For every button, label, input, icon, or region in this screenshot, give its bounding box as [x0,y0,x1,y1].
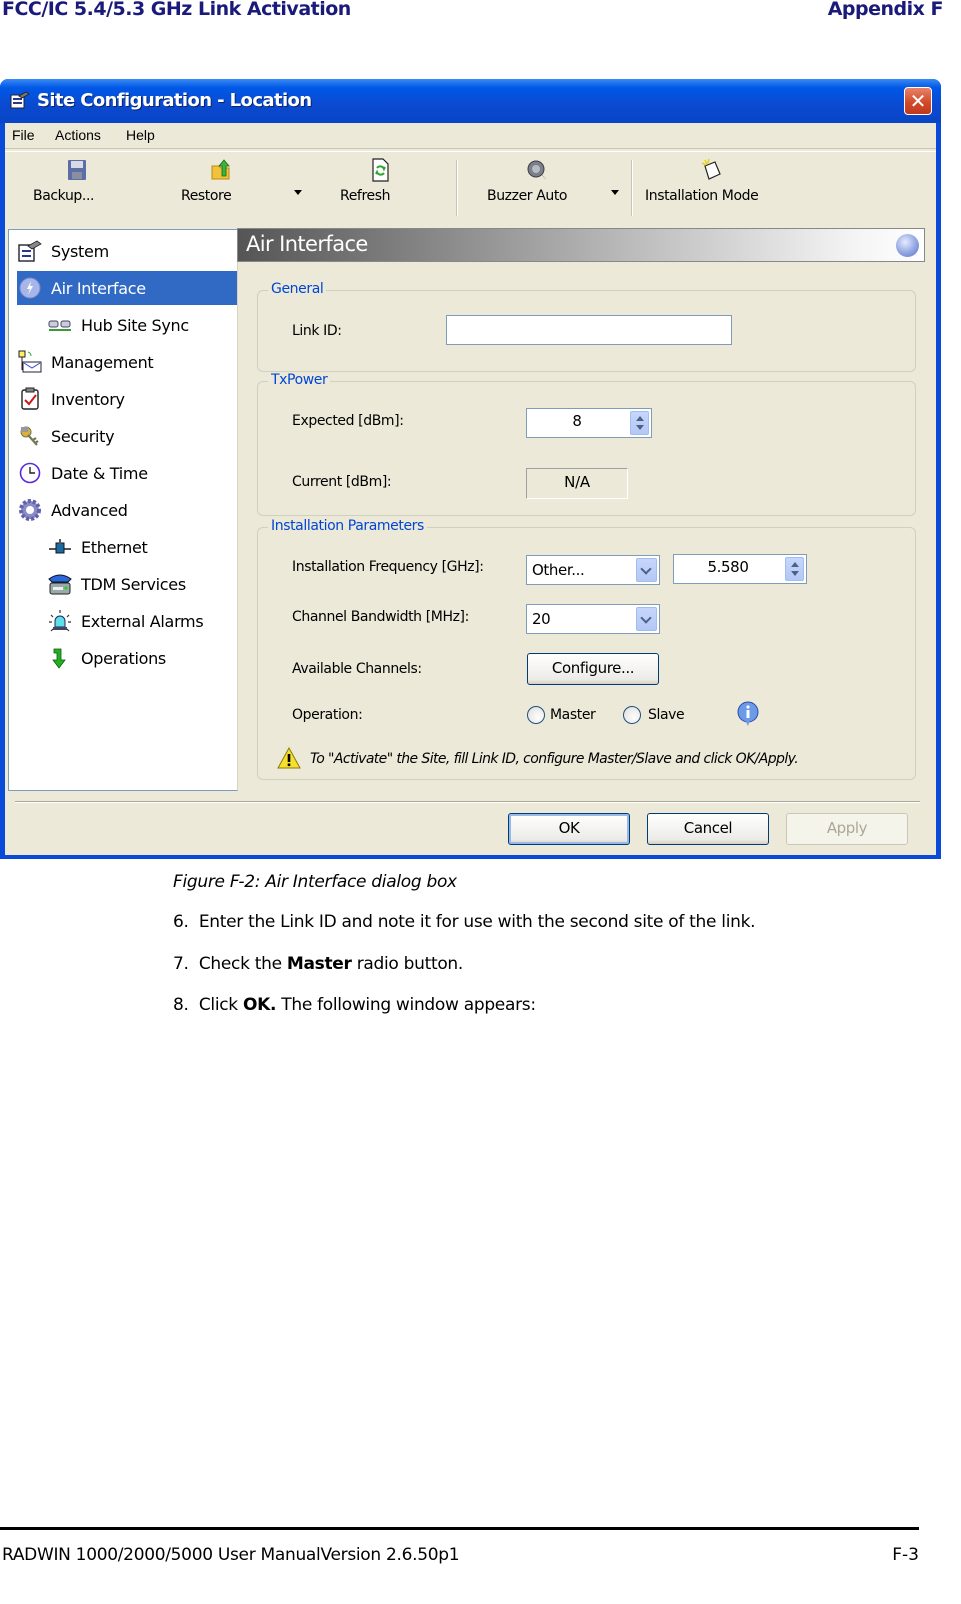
installation-parameters-title: Installation Parameters [268,518,427,534]
toolbar-separator [456,160,458,216]
tree-item-operations[interactable]: Operations [47,641,237,675]
spinner-arrows-icon[interactable] [630,411,649,435]
tree-item-inventory[interactable]: Inventory [17,382,237,416]
figure-caption: Figure F-2: Air Interface dialog box [173,872,457,892]
master-radio-label[interactable]: Master [550,707,596,723]
installation-mode-icon [701,158,721,180]
menu-file[interactable]: File [12,127,35,143]
buzzer-dropdown-arrow-icon[interactable] [611,190,619,195]
floppy-disk-icon [68,160,86,180]
activation-warning-text: To "Activate" the Site, fill Link ID, co… [310,751,799,767]
arrow-down-icon [47,645,73,671]
backup-button[interactable]: Backup... [33,158,121,218]
channel-bandwidth-select[interactable]: 20 [526,604,660,634]
tree-item-tdm-services[interactable]: TDM Services [47,567,237,601]
menu-help[interactable]: Help [126,127,155,143]
chevron-down-icon[interactable] [636,558,657,582]
current-power-value: N/A [526,468,628,499]
ethernet-icon [47,534,73,560]
slave-radio-label[interactable]: Slave [648,707,685,723]
restore-button[interactable]: Restore [181,158,261,218]
txpower-group-title: TxPower [268,372,331,388]
window-client-area: File Actions Help Backup... Restore Refr… [5,123,936,855]
speaker-icon [527,160,547,180]
general-group-title: General [268,281,327,297]
window-title: Site Configuration - Location [37,90,312,111]
configure-button[interactable]: Configure... [527,653,659,685]
link-id-input[interactable] [446,315,732,345]
site-config-icon [10,91,30,109]
footer-manual-version: RADWIN 1000/2000/5000 User ManualVersion… [2,1545,460,1565]
inventory-icon [17,386,43,412]
toolbar: Backup... Restore Refresh Buzzer Auto In… [5,151,936,223]
telephone-icon [47,571,73,597]
expected-power-label: Expected [dBm]: [292,413,404,429]
cancel-button[interactable]: Cancel [647,813,769,845]
air-interface-header-icon [896,234,919,257]
navigation-tree: System Air Interface Hub Site Sync Manag… [8,229,238,791]
channel-bandwidth-label: Channel Bandwidth [MHz]: [292,609,469,625]
ok-button[interactable]: OK [508,813,630,845]
info-icon[interactable] [736,701,760,727]
system-icon [17,238,43,264]
alarm-icon [47,608,73,634]
air-interface-icon [17,275,43,301]
toolbar-separator [631,160,633,216]
title-bar[interactable]: Site Configuration - Location ✕ [0,79,941,123]
installation-frequency-spinner[interactable]: 5.580 [673,554,807,584]
menu-bar: File Actions Help [5,123,936,149]
master-radio[interactable] [527,706,545,724]
tree-item-advanced[interactable]: Advanced [17,493,237,527]
spinner-arrows-icon[interactable] [785,557,804,581]
step-7: 7. Check the Master radio button. [173,954,464,974]
refresh-button[interactable]: Refresh [340,158,420,218]
footer-page-number: F-3 [892,1545,919,1565]
menu-actions[interactable]: Actions [55,127,101,143]
tree-item-external-alarms[interactable]: External Alarms [47,604,237,638]
close-icon: ✕ [909,89,927,113]
step-6: 6. Enter the Link ID and note it for use… [173,912,756,932]
operation-label: Operation: [292,707,363,723]
link-id-label: Link ID: [292,323,342,339]
management-icon [17,349,43,375]
expected-power-spinner[interactable]: 8 [526,408,652,438]
installation-frequency-label: Installation Frequency [GHz]: [292,559,484,575]
tree-item-date-time[interactable]: Date & Time [17,456,237,490]
slave-radio[interactable] [623,706,641,724]
tree-item-ethernet[interactable]: Ethernet [47,530,237,564]
restore-dropdown-arrow-icon[interactable] [294,190,302,195]
chevron-down-icon[interactable] [636,607,657,631]
footer-rule [0,1527,919,1530]
tree-item-system[interactable]: System [17,234,237,268]
gear-icon [17,497,43,523]
pane-header: Air Interface [237,228,925,262]
apply-button: Apply [786,813,908,845]
site-configuration-window: Site Configuration - Location ✕ File Act… [0,79,941,859]
clock-icon [17,460,43,486]
tree-item-air-interface[interactable]: Air Interface [17,271,237,305]
installation-mode-button[interactable]: Installation Mode [645,158,777,218]
tree-item-management[interactable]: Management [17,345,237,379]
pane-title: Air Interface [246,232,368,256]
page-header-appendix: Appendix F [827,0,944,20]
warning-icon [277,747,301,769]
restore-icon [211,159,230,180]
page-header-title: FCC/IC 5.4/5.3 GHz Link Activation [2,0,351,20]
current-power-label: Current [dBm]: [292,474,392,490]
refresh-icon [372,158,389,182]
available-channels-label: Available Channels: [292,661,422,677]
dialog-separator [15,801,920,803]
tree-item-security[interactable]: Security [17,419,237,453]
hub-sync-icon [47,312,73,338]
buzzer-auto-button[interactable]: Buzzer Auto [487,158,587,218]
close-button[interactable]: ✕ [904,87,932,115]
step-8: 8. Click OK. The following window appear… [173,995,536,1015]
security-icon [17,423,43,449]
tree-item-hub-site-sync[interactable]: Hub Site Sync [47,308,237,342]
installation-frequency-select[interactable]: Other... [526,555,660,585]
